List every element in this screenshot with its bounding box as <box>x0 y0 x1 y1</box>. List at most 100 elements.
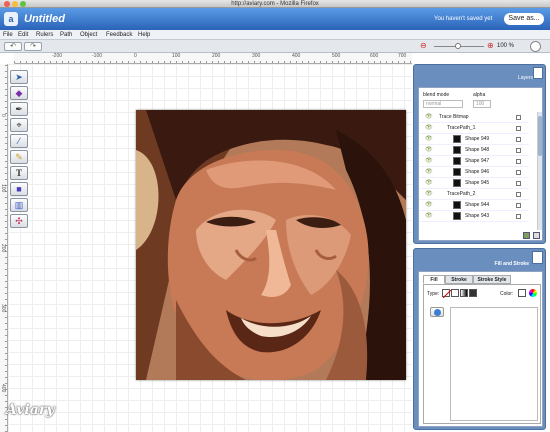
fill-color-swatch[interactable] <box>518 289 526 297</box>
zoom-out-icon[interactable]: ⊖ <box>420 41 427 50</box>
menu-edit[interactable]: Edit <box>18 30 28 40</box>
fill-none-swatch[interactable] <box>442 289 452 299</box>
visibility-eye-icon[interactable]: 👁 <box>425 112 433 123</box>
text-tool[interactable]: T <box>10 166 28 180</box>
visibility-eye-icon[interactable]: 👁 <box>425 134 433 145</box>
window-titlebar: http://aviary.com - Mozilla Firefox <box>0 0 550 8</box>
alpha-input[interactable]: 100 <box>473 100 491 108</box>
layer-row[interactable]: 👁 Trace Bitmap <box>419 112 529 123</box>
layer-lock-checkbox[interactable] <box>516 115 521 120</box>
layer-row[interactable]: 👁 TracePath_1 <box>419 123 529 134</box>
visibility-eye-icon[interactable]: 👁 <box>425 211 433 222</box>
add-layer-icon[interactable] <box>523 232 530 239</box>
secondary-toolbar: ↶ ↷ ⊖ ⊕ 100 % <box>0 40 550 53</box>
aviary-logo-icon: a <box>4 12 18 26</box>
save-as-button[interactable]: Save as... <box>504 13 544 25</box>
visibility-eye-icon[interactable]: 👁 <box>425 178 433 189</box>
layer-row[interactable]: 👁 TracePath_2 <box>419 189 529 200</box>
layer-lock-checkbox[interactable] <box>516 148 521 153</box>
layer-lock-checkbox[interactable] <box>516 181 521 186</box>
layer-lock-checkbox[interactable] <box>516 137 521 142</box>
ruler-top-label: 700 <box>398 53 407 59</box>
visibility-eye-icon[interactable]: 👁 <box>425 123 433 134</box>
zoom-slider-handle[interactable] <box>455 43 461 49</box>
layer-lock-checkbox[interactable] <box>516 159 521 164</box>
node-icon: ◆ <box>15 88 23 98</box>
fill-solid-swatch[interactable] <box>451 289 459 297</box>
ruler-left-label: 200 <box>0 244 6 253</box>
undo-button[interactable]: ↶ <box>4 42 22 51</box>
layers-scrollbar[interactable] <box>537 112 542 230</box>
fill-gradient-swatch[interactable] <box>460 289 468 297</box>
fill-pattern-swatch[interactable] <box>469 289 477 297</box>
blend-mode-select[interactable]: normal <box>423 100 463 108</box>
brush-icon: ⁄ <box>18 136 20 146</box>
tab-fill[interactable]: Fill <box>423 275 445 284</box>
zoom-in-icon[interactable]: ⊕ <box>487 41 494 50</box>
node-tool[interactable]: ◆ <box>10 86 28 100</box>
layer-row[interactable]: 👁 Shape 947 <box>419 156 529 167</box>
shape-thumbnail <box>453 135 461 143</box>
visibility-eye-icon[interactable]: 👁 <box>425 145 433 156</box>
visibility-eye-icon[interactable]: 👁 <box>425 189 433 200</box>
app-header: a Untitled You haven't saved yet Save as… <box>0 8 550 30</box>
gradient-tool[interactable]: ▥ <box>10 198 28 212</box>
menu-object[interactable]: Object <box>80 30 97 40</box>
menu-help[interactable]: Help <box>138 30 150 40</box>
menu-rulers[interactable]: Rulers <box>36 30 53 40</box>
rectangle-tool[interactable]: ■ <box>10 182 28 196</box>
fill-stroke-panel-collapse-icon[interactable] <box>532 251 543 264</box>
color-wheel-icon[interactable] <box>529 289 537 297</box>
tab-stroke[interactable]: Stroke <box>445 275 473 284</box>
delete-layer-icon[interactable] <box>533 232 540 239</box>
pencil-icon: ✎ <box>15 152 23 162</box>
ruler-top-label: 0 <box>134 53 137 59</box>
layer-lock-checkbox[interactable] <box>516 203 521 208</box>
layers-panel-collapse-icon[interactable] <box>533 67 543 79</box>
layer-lock-checkbox[interactable] <box>516 170 521 175</box>
fit-icon[interactable] <box>530 41 541 52</box>
redo-button[interactable]: ↷ <box>24 42 42 51</box>
tools-palette: ➤ ◆ ✒ ⌖ ⁄ ✎ T ■ ▥ ✣ <box>10 66 30 246</box>
brush-tool[interactable]: ⁄ <box>10 134 28 148</box>
visibility-eye-icon[interactable]: 👁 <box>425 200 433 211</box>
ruler-top-label: 600 <box>370 53 379 59</box>
layer-row[interactable]: 👁 Shape 943 <box>419 211 529 222</box>
close-window-button[interactable] <box>4 1 10 7</box>
ruler-top-label: 200 <box>212 53 221 59</box>
eyedropper-tool[interactable]: ⌖ <box>10 118 28 132</box>
pen-tool[interactable]: ✒ <box>10 102 28 116</box>
menu-feedback[interactable]: Feedback <box>106 30 132 40</box>
zoom-percent: 100 % <box>497 43 515 49</box>
visibility-eye-icon[interactable]: 👁 <box>425 167 433 178</box>
ruler-top[interactable]: -200 -100 0 100 200 300 400 500 600 700 <box>14 53 412 64</box>
layer-lock-checkbox[interactable] <box>516 214 521 219</box>
layer-label: TracePath_1 <box>447 125 476 131</box>
layer-lock-checkbox[interactable] <box>516 192 521 197</box>
no-fill-icon <box>442 289 452 299</box>
layers-panel: Layers blend mode alpha normal 100 👁 Trac… <box>413 64 546 244</box>
fill-list[interactable] <box>450 307 538 421</box>
layer-row[interactable]: 👁 Shape 946 <box>419 167 529 178</box>
layer-row[interactable]: 👁 Shape 944 <box>419 200 529 211</box>
layers-scrollbar-thumb[interactable] <box>538 116 542 156</box>
menu-path[interactable]: Path <box>60 30 72 40</box>
traced-portrait-artwork[interactable] <box>136 110 406 380</box>
pencil-tool[interactable]: ✎ <box>10 150 28 164</box>
layers-list: 👁 Trace Bitmap 👁 TracePath_1 👁 Shape 949 👁 S… <box>419 112 537 230</box>
add-fill-button[interactable] <box>430 307 444 317</box>
minimize-window-button[interactable] <box>12 1 18 7</box>
layer-row[interactable]: 👁 Shape 948 <box>419 145 529 156</box>
transform-tool[interactable]: ✣ <box>10 214 28 228</box>
select-tool[interactable]: ➤ <box>10 70 28 84</box>
layer-row[interactable]: 👁 Shape 949 <box>419 134 529 145</box>
tab-stroke-style[interactable]: Stroke Style <box>473 275 511 284</box>
visibility-eye-icon[interactable]: 👁 <box>425 156 433 167</box>
document-title[interactable]: Untitled <box>24 13 65 25</box>
layer-row[interactable]: 👁 Shape 945 <box>419 178 529 189</box>
layer-lock-checkbox[interactable] <box>516 126 521 131</box>
ruler-left[interactable]: 0 100 200 300 400 <box>0 64 8 432</box>
zoom-window-button[interactable] <box>20 1 26 7</box>
ruler-left-label: 0 <box>0 114 6 117</box>
menu-file[interactable]: File <box>3 30 13 40</box>
